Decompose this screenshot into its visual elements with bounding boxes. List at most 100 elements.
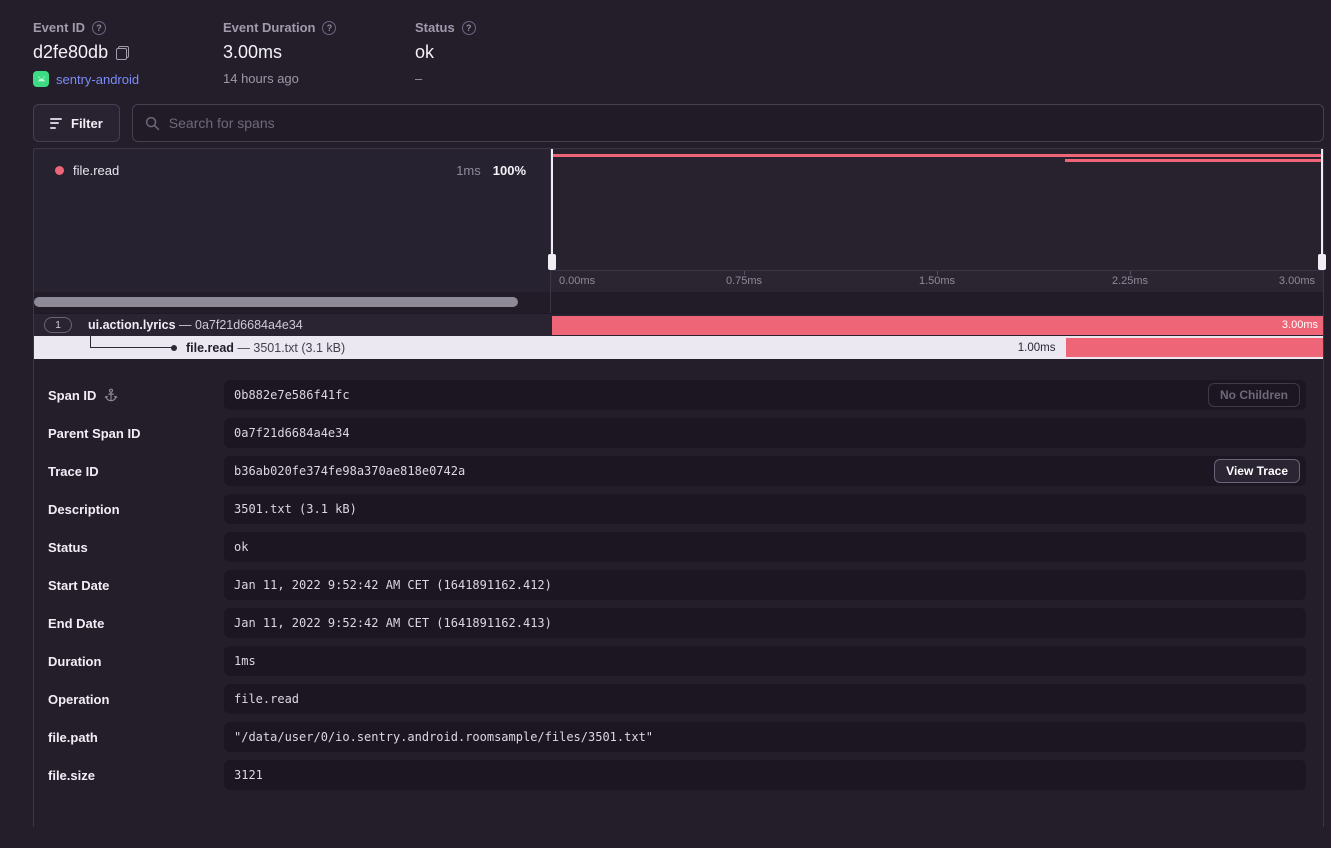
view-trace-button[interactable]: View Trace	[1214, 459, 1300, 483]
status-value: ok	[415, 42, 434, 63]
event-duration-label: Event Duration	[223, 20, 315, 35]
detail-label: file.path	[48, 730, 98, 745]
detail-label: Description	[48, 502, 120, 517]
detail-label: End Date	[48, 616, 104, 631]
detail-label: Start Date	[48, 578, 109, 593]
minimap-left-grip[interactable]	[548, 254, 556, 270]
axis-tick-label: 2.25ms	[1112, 275, 1148, 287]
detail-value-cell: Jan 11, 2022 9:52:42 AM CET (1641891162.…	[224, 570, 1306, 600]
detail-row-duration: Duration 1ms	[48, 646, 1306, 676]
span-duration-label: 1.00ms	[1018, 342, 1056, 354]
detail-row-trace-id: Trace ID b36ab020fe374fe98a370ae818e0742…	[48, 456, 1306, 486]
detail-value-cell: ok	[224, 532, 1306, 562]
detail-row-span-id: Span ID 0b882e7e586f41fc No Children	[48, 380, 1306, 410]
detail-value: ok	[234, 540, 1300, 554]
no-children-button[interactable]: No Children	[1208, 383, 1300, 407]
detail-value-cell: 0b882e7e586f41fc No Children	[224, 380, 1306, 410]
detail-value: 3121	[234, 768, 1300, 782]
children-count-badge[interactable]: 1	[44, 317, 72, 333]
detail-label: Status	[48, 540, 88, 555]
copy-icon[interactable]	[116, 46, 129, 60]
detail-value: 0a7f21d6684a4e34	[234, 426, 1300, 440]
detail-row-start-date: Start Date Jan 11, 2022 9:52:42 AM CET (…	[48, 570, 1306, 600]
detail-row-file-path: file.path "/data/user/0/io.sentry.androi…	[48, 722, 1306, 752]
toolbar: Filter	[33, 104, 1324, 142]
span-duration-bar[interactable]	[1066, 338, 1324, 357]
detail-value: "/data/user/0/io.sentry.android.roomsamp…	[234, 730, 1300, 744]
status-column: Status ? ok –	[415, 20, 476, 87]
detail-value-cell: "/data/user/0/io.sentry.android.roomsamp…	[224, 722, 1306, 752]
detail-row-end-date: End Date Jan 11, 2022 9:52:42 AM CET (16…	[48, 608, 1306, 638]
trace-view-panel: file.read 1ms 100% 0.00ms 0.75ms 1.50ms …	[33, 148, 1324, 827]
detail-value: file.read	[234, 692, 1300, 706]
detail-label: file.size	[48, 768, 95, 783]
span-duration-bar[interactable]: 3.00ms	[552, 316, 1323, 335]
filter-icon	[50, 118, 62, 129]
span-bar-area: 1.00ms	[552, 336, 1323, 359]
status-sub: –	[415, 71, 422, 86]
help-icon[interactable]: ?	[92, 21, 106, 35]
event-header: Event ID ? d2fe80db sentry-android Event…	[0, 0, 1331, 87]
minimap-span-bar	[551, 154, 1323, 157]
axis-tick-label: 0.00ms	[559, 275, 595, 287]
anchor-link-icon[interactable]	[104, 388, 118, 402]
detail-label: Span ID	[48, 388, 96, 403]
search-input[interactable]	[169, 115, 1311, 131]
tree-connector	[90, 331, 174, 348]
minimap-left-handle[interactable]	[551, 149, 553, 270]
span-row-selected[interactable]: file.read — 3501.txt (3.1 kB) 1.00ms	[34, 336, 1323, 359]
android-project-icon	[33, 71, 49, 87]
minimap-chart[interactable]	[551, 149, 1323, 270]
minimap-right-handle[interactable]	[1321, 149, 1323, 270]
minimap-right-grip[interactable]	[1318, 254, 1326, 270]
span-op: file.read	[186, 341, 234, 355]
detail-row-status: Status ok	[48, 532, 1306, 562]
detail-value: 1ms	[234, 654, 1300, 668]
detail-value: b36ab020fe374fe98a370ae818e0742a	[234, 464, 1214, 478]
detail-label: Operation	[48, 692, 109, 707]
span-row-root[interactable]: 1 ui.action.lyrics — 0a7f21d6684a4e34 3.…	[34, 313, 1323, 336]
ops-breakdown-panel: file.read 1ms 100%	[34, 149, 551, 292]
op-legend-row[interactable]: file.read 1ms 100%	[34, 149, 550, 178]
detail-label: Parent Span ID	[48, 426, 140, 441]
detail-value-cell: 1ms	[224, 646, 1306, 676]
detail-row-description: Description 3501.txt (3.1 kB)	[48, 494, 1306, 524]
op-legend-duration: 1ms	[456, 163, 481, 178]
search-icon	[145, 116, 160, 131]
op-legend-name: file.read	[73, 163, 119, 178]
filter-button[interactable]: Filter	[33, 104, 120, 142]
tree-scrollbar-track[interactable]	[34, 292, 551, 313]
search-box[interactable]	[132, 104, 1324, 142]
span-duration-label: 3.00ms	[1282, 319, 1323, 331]
scroll-strip-right	[551, 292, 1323, 313]
span-op: ui.action.lyrics	[88, 318, 176, 332]
span-description: 0a7f21d6684a4e34	[195, 318, 303, 332]
time-axis: 0.00ms 0.75ms 1.50ms 2.25ms 3.00ms	[551, 270, 1323, 292]
detail-value: 3501.txt (3.1 kB)	[234, 502, 1300, 516]
horizontal-scrollbar-thumb[interactable]	[34, 297, 518, 307]
detail-value-cell: 3121	[224, 760, 1306, 790]
detail-label: Trace ID	[48, 464, 99, 479]
minimap-span-bar	[1065, 159, 1323, 162]
help-icon[interactable]: ?	[462, 21, 476, 35]
axis-tick-label: 0.75ms	[726, 275, 762, 287]
filter-button-label: Filter	[71, 116, 103, 131]
event-duration-column: Event Duration ? 3.00ms 14 hours ago	[223, 20, 415, 87]
event-age: 14 hours ago	[223, 71, 299, 86]
axis-tick-label: 1.50ms	[919, 275, 955, 287]
trace-minimap[interactable]: 0.00ms 0.75ms 1.50ms 2.25ms 3.00ms	[551, 149, 1323, 292]
detail-row-file-size: file.size 3121	[48, 760, 1306, 790]
scroll-strip	[34, 292, 1323, 313]
span-details-table: Span ID 0b882e7e586f41fc No Children Par…	[34, 359, 1323, 798]
span-description: 3501.txt (3.1 kB)	[253, 341, 345, 355]
help-icon[interactable]: ?	[322, 21, 336, 35]
event-duration-value: 3.00ms	[223, 42, 282, 63]
detail-value-cell: 3501.txt (3.1 kB)	[224, 494, 1306, 524]
detail-value-cell: Jan 11, 2022 9:52:42 AM CET (1641891162.…	[224, 608, 1306, 638]
event-id-value: d2fe80db	[33, 42, 108, 63]
detail-value-cell: b36ab020fe374fe98a370ae818e0742a View Tr…	[224, 456, 1306, 486]
detail-value-cell: 0a7f21d6684a4e34	[224, 418, 1306, 448]
detail-value: 0b882e7e586f41fc	[234, 388, 1208, 402]
project-link[interactable]: sentry-android	[56, 72, 139, 87]
detail-row-operation: Operation file.read	[48, 684, 1306, 714]
